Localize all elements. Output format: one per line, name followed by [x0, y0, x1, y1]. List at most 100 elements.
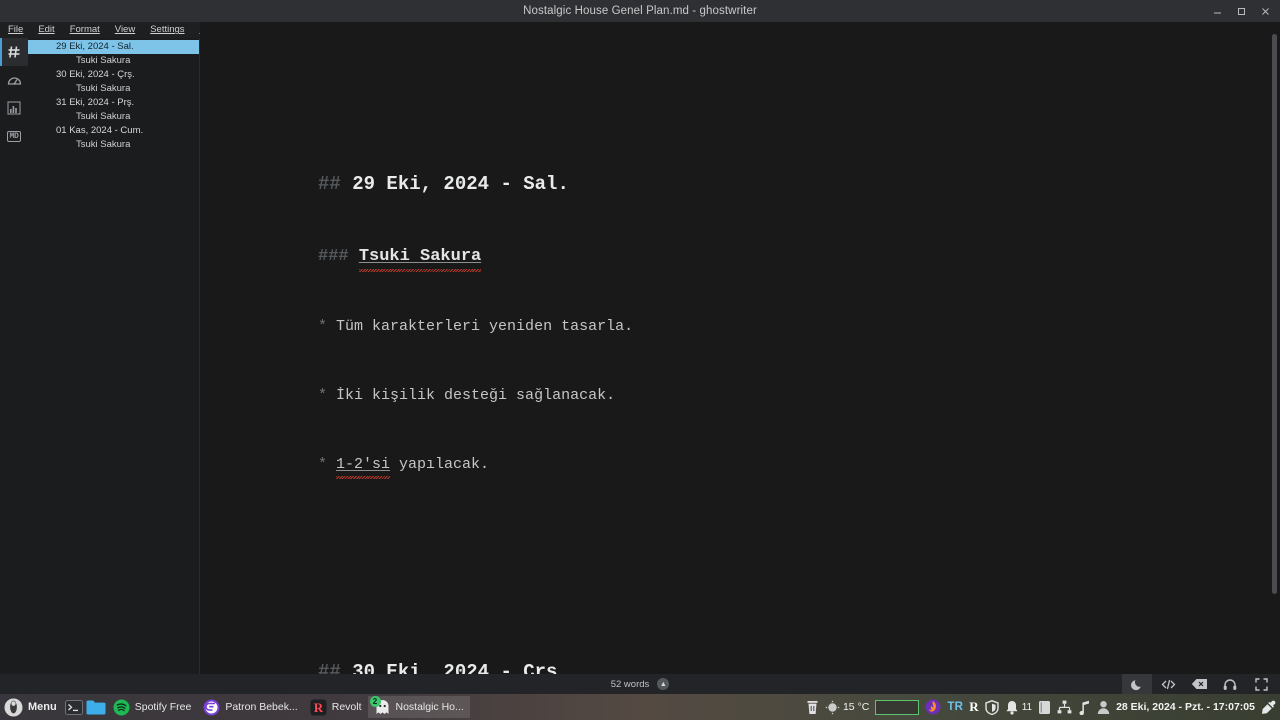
color-picker-icon[interactable] [1261, 700, 1276, 715]
task-spotify[interactable]: Spotify Free [107, 696, 198, 718]
outline-item-h2[interactable]: 29 Eki, 2024 - Sal. [28, 40, 199, 54]
editor-scrollbar[interactable] [1272, 34, 1277, 594]
heading-h3: ### Tsuki Sakura [318, 244, 1158, 272]
session-stats-button[interactable] [0, 66, 28, 94]
notification-bell[interactable]: 11 [1005, 700, 1032, 715]
task-badge: 2 [369, 696, 381, 707]
html-preview-toggle[interactable] [1153, 674, 1183, 694]
bullet-marker: * [318, 387, 328, 404]
taskbar: Menu Spotify Free Patron Bebek... R Revo… [0, 694, 1280, 720]
document-stats-button[interactable] [0, 94, 28, 122]
menu-format[interactable]: Format [68, 24, 102, 36]
bar-chart-icon [7, 101, 21, 115]
outline-item-h3[interactable]: Tsuki Sakura [28, 138, 199, 152]
task-label: Patron Bebek... [225, 701, 298, 713]
desktop-pager[interactable] [875, 699, 920, 715]
maximize-icon[interactable] [1230, 0, 1252, 22]
code-icon [1161, 679, 1175, 689]
moon-icon [1130, 679, 1141, 690]
outline-item-h3[interactable]: Tsuki Sakura [28, 54, 199, 68]
bullet-marker: * [318, 456, 328, 473]
focus-mode-toggle[interactable] [1184, 674, 1214, 694]
dark-mode-toggle[interactable] [1122, 674, 1152, 694]
h2-marker: ## [318, 661, 341, 674]
revolt-tray-icon[interactable]: R [969, 699, 978, 715]
outline-item-h3[interactable]: Tsuki Sakura [28, 82, 199, 96]
folder-icon [86, 700, 106, 715]
task-label: Spotify Free [134, 701, 192, 713]
svg-text:R: R [314, 700, 324, 715]
outline-panel-button[interactable] [0, 38, 28, 66]
outline-item-h3[interactable]: Tsuki Sakura [28, 110, 199, 124]
bell-icon [1006, 700, 1018, 715]
outline-item-h2[interactable]: 31 Eki, 2024 - Prş. [28, 96, 199, 110]
notification-count: 11 [1021, 701, 1033, 713]
clipboard-icon[interactable] [1038, 700, 1051, 715]
minimize-icon[interactable] [1206, 0, 1228, 22]
task-label: Nostalgic Ho... [395, 701, 464, 713]
network-icon[interactable] [1057, 700, 1072, 714]
weather-widget[interactable]: 15 °C [825, 700, 869, 715]
h2-text: 30 Eki, 2024 - Çrş. [352, 659, 569, 674]
heading-h2: ## 29 Eki, 2024 - Sal. [318, 171, 1158, 198]
revolt-icon: R [310, 699, 327, 715]
desktop: Nostalgic House Genel Plan.md - ghostwri… [0, 0, 1280, 720]
list-item-text: yapılacak. [390, 456, 490, 473]
task-revolt[interactable]: R Revolt [304, 696, 368, 718]
music-note-icon[interactable] [1078, 700, 1091, 715]
feather-icon [203, 699, 220, 715]
user-icon[interactable] [1097, 700, 1110, 715]
menu-file[interactable]: File [6, 24, 25, 36]
shield-icon[interactable] [984, 699, 999, 715]
fullscreen-toggle[interactable] [1246, 674, 1276, 694]
editor-status-bar: 52 words ▲ [0, 674, 1280, 694]
outline-item-h2[interactable]: 30 Eki, 2024 - Çrş. [28, 68, 199, 82]
list-item-text: Tüm karakterleri yeniden tasarla. [336, 318, 634, 335]
gauge-icon [7, 76, 21, 85]
hemingway-mode-toggle[interactable] [1215, 674, 1245, 694]
menu-view[interactable]: View [113, 24, 137, 36]
sidebar-icon-rail: MD [0, 38, 28, 682]
h3-text: Tsuki Sakura [358, 244, 482, 272]
task-label: Revolt [331, 701, 362, 713]
chevron-up-circle-icon[interactable]: ▲ [657, 678, 670, 690]
document-content[interactable]: ## 29 Eki, 2024 - Sal. ### Tsuki Sakura … [318, 56, 1158, 674]
backspace-key-icon [1191, 679, 1207, 689]
document-block: ## 29 Eki, 2024 - Sal. ### Tsuki Sakura … [318, 125, 1158, 522]
markdown-icon: MD [7, 130, 21, 142]
word-count: 52 words [610, 678, 650, 690]
document-block: ## 30 Eki, 2024 - Çrş. ### Tsuki Sakura … [318, 613, 1158, 674]
editor-area[interactable]: ## 29 Eki, 2024 - Sal. ### Tsuki Sakura … [200, 22, 1280, 674]
h3-marker: ### [318, 247, 349, 266]
menu-edit[interactable]: Edit [36, 24, 56, 36]
bullet-marker: * [318, 318, 328, 335]
markdown-cheatsheet-button[interactable]: MD [0, 122, 28, 150]
status-center-group: 52 words ▲ [0, 678, 1280, 690]
temperature-label: 15 °C [842, 701, 870, 713]
menu-settings[interactable]: Settings [148, 24, 186, 36]
window-titlebar: Nostalgic House Genel Plan.md - ghostwri… [0, 0, 1280, 22]
trash-icon[interactable] [806, 700, 819, 715]
keyboard-layout-label[interactable]: TR [947, 701, 963, 713]
list-item: * Tüm karakterleri yeniden tasarla. [318, 315, 1158, 338]
start-menu-button[interactable]: Menu [0, 698, 63, 717]
list-item: * İki kişilik desteği sağlanacak. [318, 384, 1158, 407]
firefox-icon[interactable] [925, 699, 941, 715]
sun-icon [825, 700, 840, 714]
task-ghostwriter[interactable]: 2 Nostalgic Ho... [367, 696, 470, 718]
clock[interactable]: 28 Eki, 2024 - Pzt. - 17:07:05 [1116, 701, 1255, 713]
headphones-icon [1223, 678, 1237, 690]
misspelled-word: 1-2'si [336, 453, 391, 479]
window-controls [1206, 0, 1276, 22]
file-manager-launcher[interactable] [85, 696, 107, 718]
terminal-launcher[interactable] [63, 696, 85, 718]
outline-panel: 29 Eki, 2024 - Sal. Tsuki Sakura 30 Eki,… [28, 38, 200, 682]
list-item-text: İki kişilik desteği sağlanacak. [336, 387, 616, 404]
close-icon[interactable] [1254, 0, 1276, 22]
distro-logo-icon [4, 698, 23, 716]
heading-h2: ## 30 Eki, 2024 - Çrş. [318, 659, 1158, 674]
system-tray: 15 °C TR R 11 28 Eki, 2024 - Pzt. - 17:0… [806, 699, 1280, 715]
task-patron-bebek[interactable]: Patron Bebek... [197, 696, 303, 718]
outline-item-h2[interactable]: 01 Kas, 2024 - Cum. [28, 124, 199, 138]
spotify-icon [113, 699, 130, 715]
